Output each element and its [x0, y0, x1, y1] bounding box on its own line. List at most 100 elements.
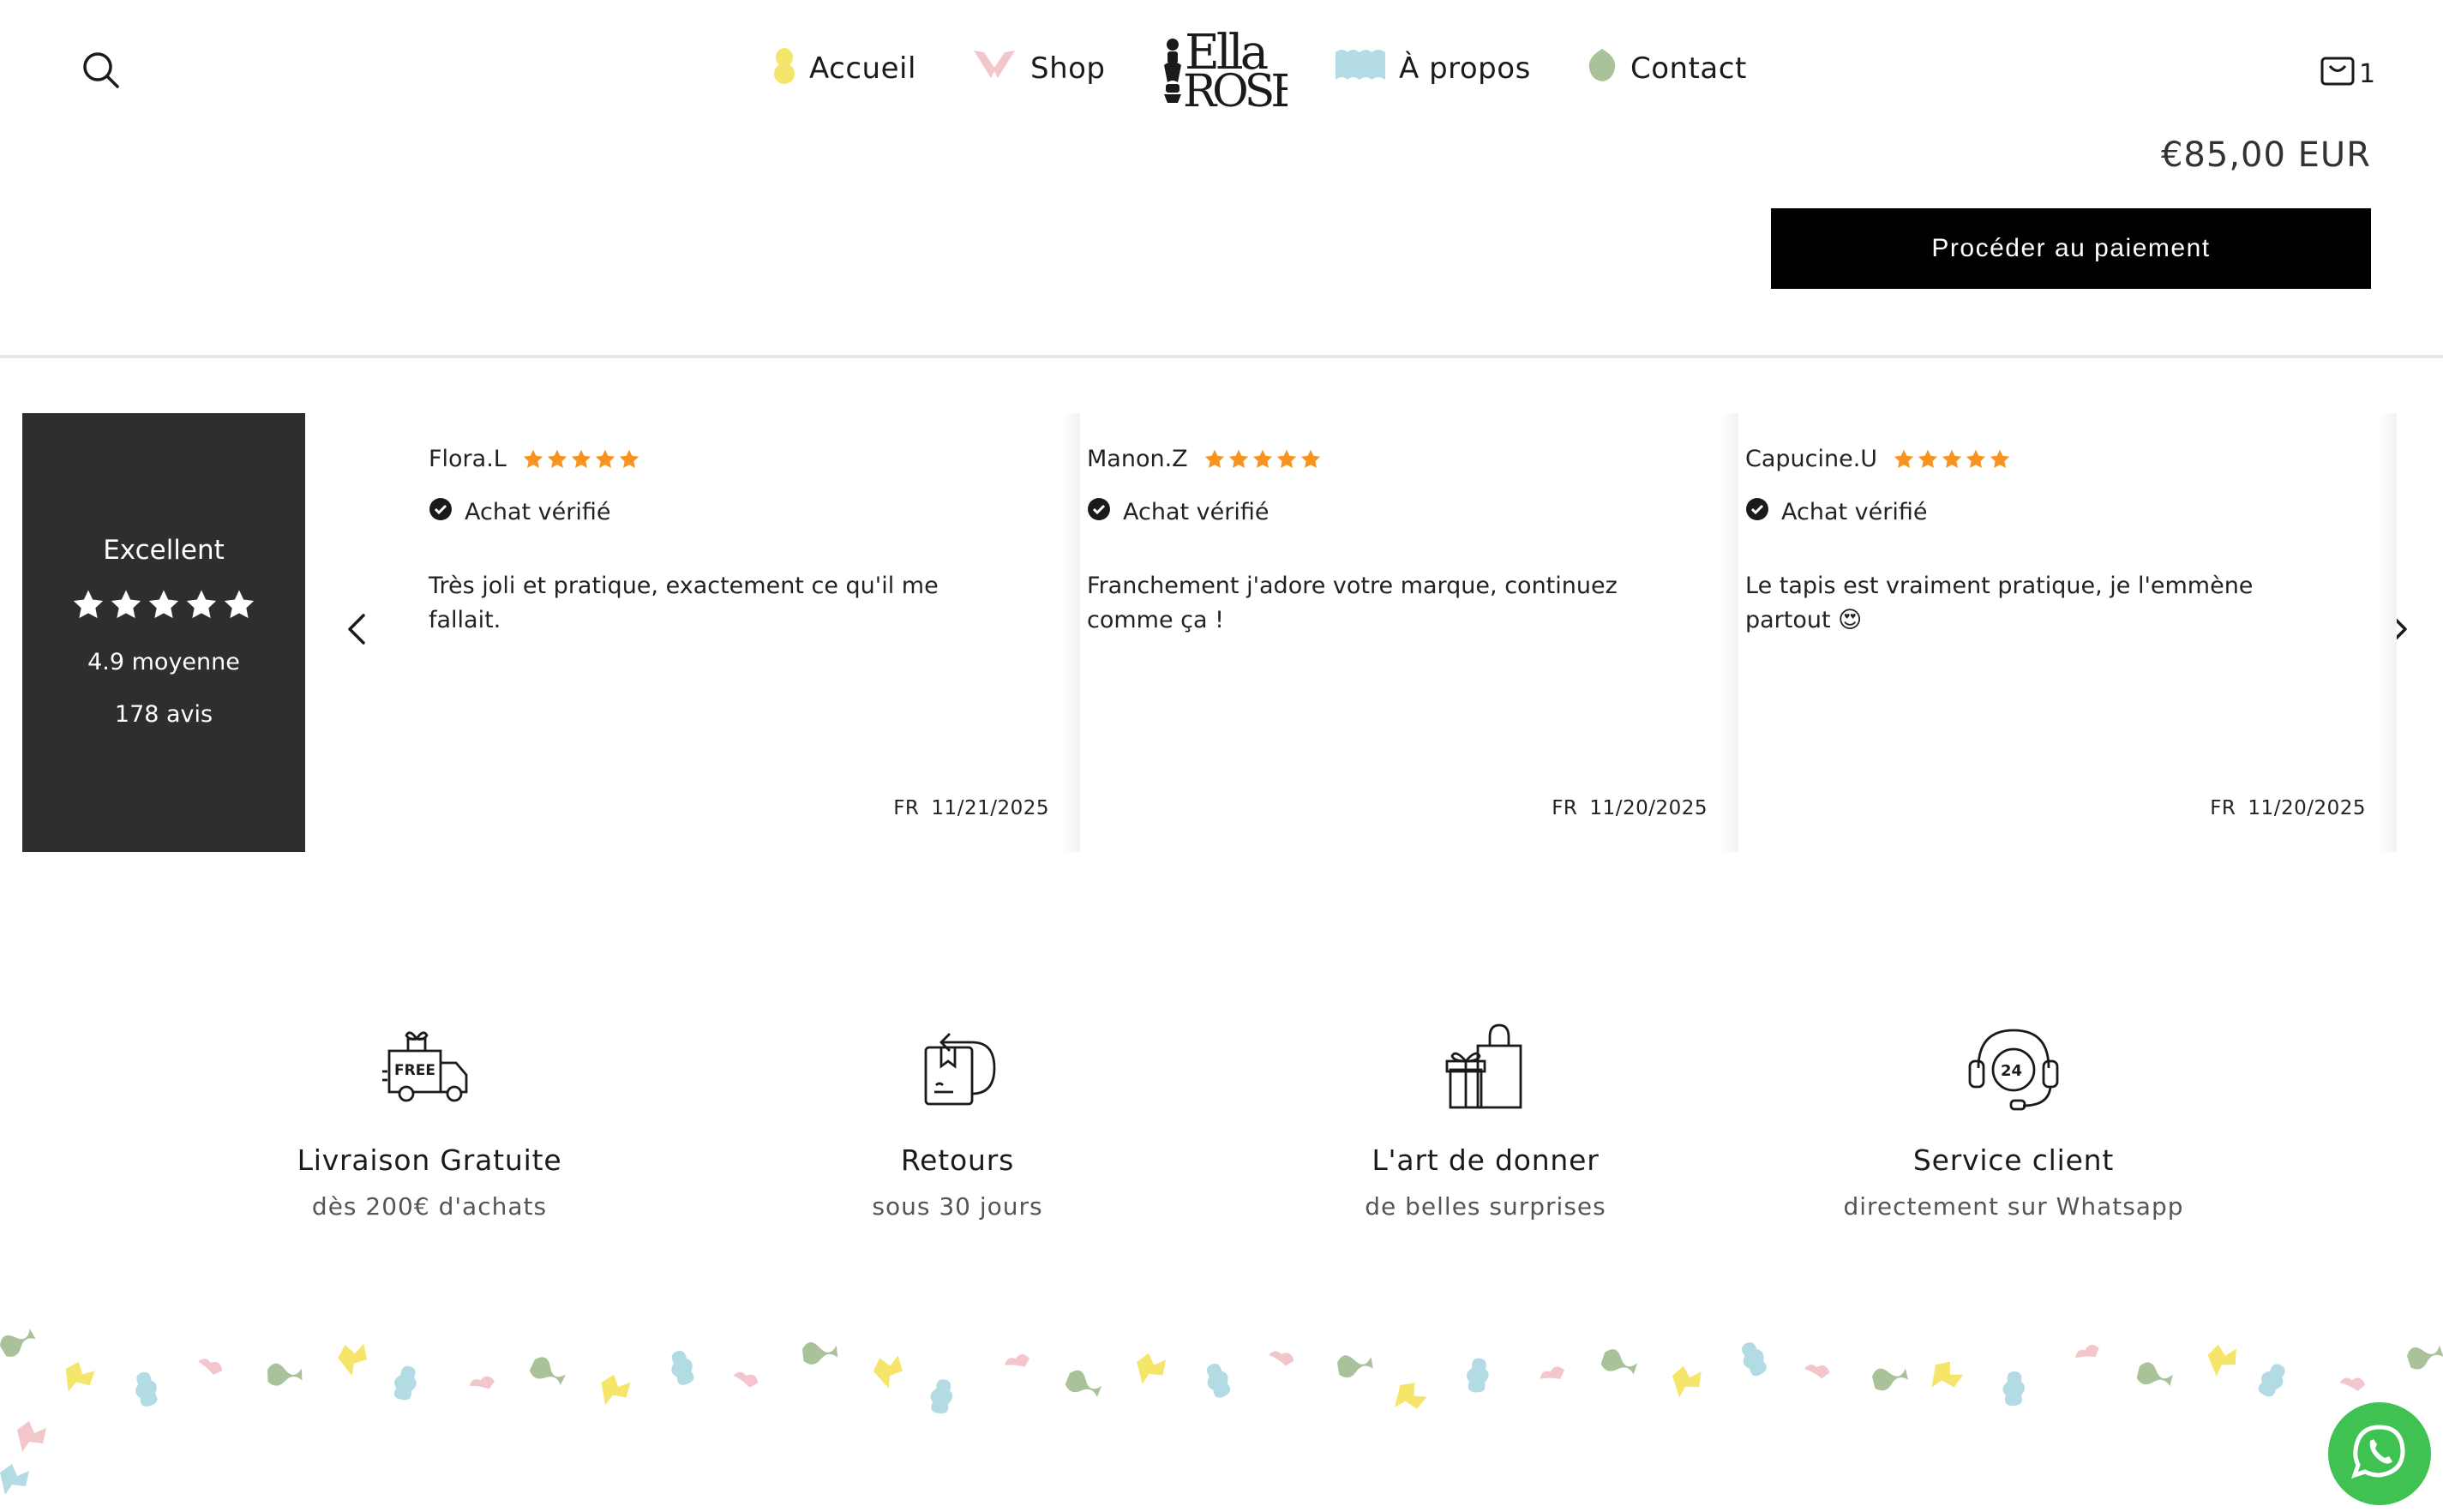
- star-icon: [1990, 449, 2010, 468]
- review-card: Manon.Z Achat vérifié Franchement j'ador…: [1087, 413, 1738, 852]
- carousel-prev-arrow-icon[interactable]: [339, 605, 374, 653]
- star-icon: [523, 449, 543, 468]
- review-date: 11/20/2025: [2248, 797, 2366, 819]
- verified-label: Achat vérifié: [1781, 499, 1928, 525]
- cart-button[interactable]: 1: [2320, 53, 2375, 94]
- confetti-piece: [1005, 1354, 1030, 1367]
- whatsapp-icon: [2350, 1422, 2410, 1485]
- feature-subtitle: sous 30 jours: [872, 1192, 1043, 1221]
- feature-returns: Retours sous 30 jours: [717, 1020, 1197, 1221]
- headset-24-icon: 24: [1966, 1020, 2061, 1114]
- review-date: 11/20/2025: [1589, 797, 1708, 819]
- review-stars: [1893, 448, 2011, 471]
- blue-wave-icon: [1334, 45, 1387, 93]
- confetti-piece: [17, 1421, 46, 1452]
- star-icon: [111, 590, 141, 619]
- star-icon: [1918, 449, 1938, 468]
- confetti-piece: [601, 1374, 631, 1406]
- confetti-piece: [1742, 1341, 1767, 1377]
- star-icon: [148, 590, 179, 619]
- star-icon: [1276, 449, 1296, 468]
- card-edge: [1061, 413, 1080, 852]
- cart-total-price: €85,00 EUR: [2160, 135, 2371, 175]
- confetti-piece: [1065, 1370, 1102, 1397]
- nav-shop[interactable]: Shop: [970, 38, 1106, 99]
- star-icon: [73, 590, 104, 619]
- feature-title: L'art de donner: [1372, 1143, 1600, 1177]
- nav-label: À propos: [1399, 51, 1531, 86]
- brand-logo[interactable]: Ella ROSE: [1159, 15, 1304, 117]
- star-icon: [224, 590, 255, 619]
- star-icon: [1204, 449, 1224, 468]
- confetti-piece: [930, 1379, 953, 1413]
- svg-text:ROSE: ROSE: [1183, 66, 1288, 110]
- star-icon: [1300, 449, 1320, 468]
- confetti-piece: [671, 1350, 694, 1385]
- nav-a-propos[interactable]: À propos: [1334, 38, 1531, 99]
- verified-check-icon: [429, 497, 453, 527]
- star-icon: [1966, 449, 1986, 468]
- nav-contact[interactable]: Contact: [1586, 38, 1747, 99]
- pink-bow-icon: [970, 45, 1018, 93]
- star-icon: [1942, 449, 1962, 468]
- confetti-piece: [1872, 1368, 1909, 1391]
- review-text: Franchement j'adore votre marque, contin…: [1087, 573, 1618, 633]
- reviewer-name: Manon.Z: [1087, 446, 1188, 472]
- star-icon: [186, 590, 217, 619]
- review-country: FR: [2210, 797, 2236, 819]
- verified-check-icon: [1745, 497, 1769, 527]
- card-edge: [2378, 413, 2397, 852]
- feature-title: Service client: [1912, 1143, 2115, 1177]
- star-icon: [547, 449, 567, 468]
- review-text: Le tapis est vraiment pratique, je l'emm…: [1745, 573, 2254, 633]
- confetti-piece: [338, 1343, 368, 1377]
- reviews-summary: Excellent 4.9 moyenne 178 avis: [22, 413, 305, 852]
- checkout-button[interactable]: Procéder au paiement: [1771, 208, 2371, 289]
- nav-label: Contact: [1630, 51, 1747, 86]
- card-edge: [1720, 413, 1738, 852]
- verified-label: Achat vérifié: [1123, 499, 1270, 525]
- feature-customer-service: 24 Service client directement sur Whatsa…: [1774, 1020, 2254, 1221]
- review-text: Très joli et pratique, exactement ce qu'…: [429, 573, 939, 633]
- confetti-piece: [1395, 1383, 1427, 1409]
- feature-title: Retours: [900, 1143, 1015, 1177]
- review-card: Capucine.U Achat vérifié Le tapis est vr…: [1745, 413, 2397, 852]
- review-card: Flora.L Achat vérifié Très joli et prati…: [429, 413, 1080, 852]
- free-delivery-truck-icon: FREE: [382, 1020, 477, 1114]
- confetti-piece: [135, 1371, 158, 1407]
- nav-label: Shop: [1030, 51, 1106, 86]
- feature-title: Livraison Gratuite: [297, 1143, 562, 1177]
- confetti-piece: [2002, 1371, 2025, 1406]
- star-icon: [595, 449, 615, 468]
- confetti-piece: [1467, 1358, 1489, 1393]
- decorative-confetti-border: [0, 1327, 2443, 1512]
- confetti-piece: [1269, 1351, 1294, 1366]
- feature-subtitle: dès 200€ d'achats: [311, 1192, 548, 1221]
- review-country: FR: [1552, 797, 1578, 819]
- yellow-blob-icon: [771, 45, 797, 93]
- feature-subtitle: de belles surprises: [1365, 1192, 1606, 1221]
- confetti-piece: [529, 1357, 566, 1386]
- confetti-piece: [1931, 1361, 1964, 1388]
- confetti-piece: [2136, 1362, 2173, 1387]
- gift-bag-icon: [1438, 1020, 1533, 1114]
- review-date: 11/21/2025: [931, 797, 1049, 819]
- svg-text:24: 24: [2001, 1062, 2022, 1080]
- verified-label: Achat vérifié: [465, 499, 611, 525]
- section-divider: [0, 355, 2443, 358]
- whatsapp-chat-button[interactable]: [2328, 1402, 2431, 1505]
- confetti-piece: [1600, 1349, 1638, 1375]
- nav-label: Accueil: [809, 51, 916, 86]
- nav-accueil[interactable]: Accueil: [771, 38, 916, 99]
- confetti-piece: [2075, 1344, 2099, 1359]
- reviewer-name: Flora.L: [429, 446, 507, 472]
- confetti-piece: [2407, 1345, 2443, 1370]
- confetti-piece: [0, 1329, 36, 1357]
- feature-gifting: L'art de donner de belles surprises: [1246, 1020, 1726, 1221]
- confetti-piece: [733, 1371, 759, 1388]
- feature-free-shipping: FREE Livraison Gratuite dès 200€ d'achat…: [189, 1020, 669, 1221]
- feature-subtitle: directement sur Whatsapp: [1843, 1192, 2184, 1221]
- return-box-icon: [910, 1020, 1005, 1114]
- cart-icon: [2320, 53, 2357, 94]
- confetti-piece: [2339, 1377, 2366, 1391]
